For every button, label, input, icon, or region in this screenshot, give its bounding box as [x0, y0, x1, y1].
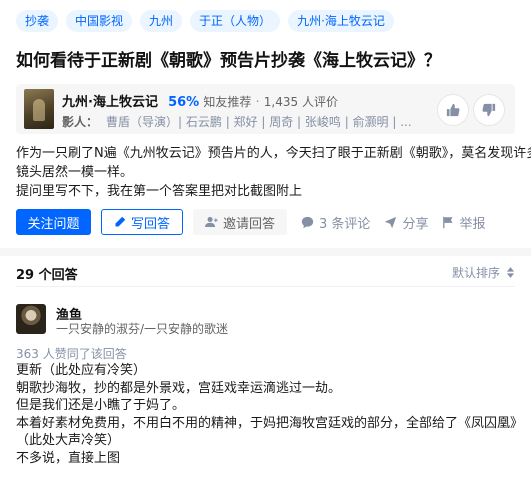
flag-icon	[443, 216, 454, 228]
thumb-down-icon	[482, 103, 496, 117]
answer-line: 但是我们还是小瞧了于妈了。	[16, 398, 186, 414]
recommend-percent: 56%	[168, 95, 200, 110]
follow-question-button[interactable]: 关注问题	[16, 209, 91, 235]
answer-content: 更新（此处应有冷笑） 朝歌抄海牧，抄的都是外景戏，宫廷戏幸运滴逃过一劫。 但是我…	[16, 362, 524, 468]
avatar[interactable]	[16, 304, 46, 334]
sort-label: 默认排序	[451, 266, 500, 280]
reference-name[interactable]: 九州·海上牧云记	[62, 95, 158, 110]
answer-line: 更新（此处应有冷笑）	[16, 363, 147, 378]
pencil-icon	[115, 216, 126, 227]
share-icon	[385, 216, 397, 228]
rating-count: 1,435 人评价	[263, 95, 338, 109]
question-description: 作为一只刷了N遍《九州牧云记》预告片的人，今天扫了眼于正新剧《朝歌》，莫名发现许…	[16, 144, 531, 201]
topic-tag[interactable]: 中国影视	[66, 10, 133, 32]
author-bio: 一只安静的淑芬/一只安静的歌迷	[56, 322, 229, 336]
comment-icon	[301, 216, 314, 228]
comments-button[interactable]: 3 条评论	[301, 213, 370, 232]
recommend-label: 知友推荐	[203, 95, 252, 109]
share-label: 分享	[402, 216, 429, 232]
topic-tag[interactable]: 抄袭	[16, 10, 59, 32]
cast-label: 影人：	[62, 115, 99, 129]
separator: ·	[255, 95, 260, 110]
answer-line: 不多说，直接上图	[16, 450, 121, 466]
poster-image	[24, 89, 54, 129]
write-answer-button[interactable]: 写回答	[101, 209, 184, 235]
sort-icon	[506, 267, 515, 278]
answer-line: （此处大声冷笑）	[16, 433, 121, 449]
description-line: 提问里写不下，我在第一个答案里把对比截图附上	[16, 184, 303, 199]
question-card: 抄袭 中国影视 九州 于正（人物） 九州·海上牧云记 如何看待于正新剧《朝歌》预…	[0, 0, 531, 248]
question-actions: 关注问题 写回答 邀请回答 3 条评论 分享 举报	[16, 209, 485, 235]
description-line: 作为一只刷了N遍《九州牧云记》预告片的人，今天扫了眼于正新剧《朝歌》，莫名发现许…	[16, 146, 531, 161]
description-line: 镜头居然一模一样。	[16, 165, 134, 180]
answers-card: 29 个回答 默认排序 渔鱼 一只安静的淑芬/一只安静的歌迷 363 人赞同了该…	[0, 256, 531, 490]
question-title: 如何看待于正新剧《朝歌》预告片抄袭《海上牧云记》？	[16, 51, 441, 71]
topic-tag[interactable]: 九州·海上牧云记	[288, 10, 394, 32]
answer-line: 朝歌抄海牧，抄的都是外景戏，宫廷戏幸运滴逃过一劫。	[16, 380, 342, 396]
topic-tag[interactable]: 于正（人物）	[190, 10, 281, 32]
thumb-down-button[interactable]	[473, 94, 505, 126]
vote-count: 363 人赞同了该回答	[16, 347, 127, 361]
report-label: 举报	[459, 216, 486, 232]
topic-tag[interactable]: 九州	[140, 10, 183, 32]
answer-count: 29 个回答	[16, 268, 78, 283]
add-user-icon	[205, 216, 218, 228]
topic-tags: 抄袭 中国影视 九州 于正（人物） 九州·海上牧云记	[16, 10, 394, 32]
invite-answer-button[interactable]: 邀请回答	[193, 209, 288, 235]
write-answer-label: 写回答	[131, 216, 171, 232]
sort-dropdown[interactable]: 默认排序	[452, 264, 515, 281]
comments-label: 3 条评论	[319, 216, 371, 232]
thumb-up-button[interactable]	[437, 94, 469, 126]
answer-line: 本着好素材免费用，不用白不用的精神，于妈把海牧宫廷戏的部分，全部给了《凤囚凰》	[16, 415, 524, 431]
answers-header: 29 个回答 默认排序	[16, 256, 515, 287]
share-button[interactable]: 分享	[384, 213, 428, 232]
cast-list: 曹盾（导演）| 石云鹏 | 郑好 | 周奇 | 张峻鸣 | 俞灏明 | ...	[106, 115, 412, 129]
invite-answer-label: 邀请回答	[223, 216, 276, 232]
reference-card[interactable]: 九州·海上牧云记 56% 知友推荐 · 1,435 人评价 影人： 曹盾（导演）|…	[16, 84, 515, 134]
thumb-up-icon	[446, 103, 460, 117]
report-button[interactable]: 举报	[442, 213, 485, 232]
